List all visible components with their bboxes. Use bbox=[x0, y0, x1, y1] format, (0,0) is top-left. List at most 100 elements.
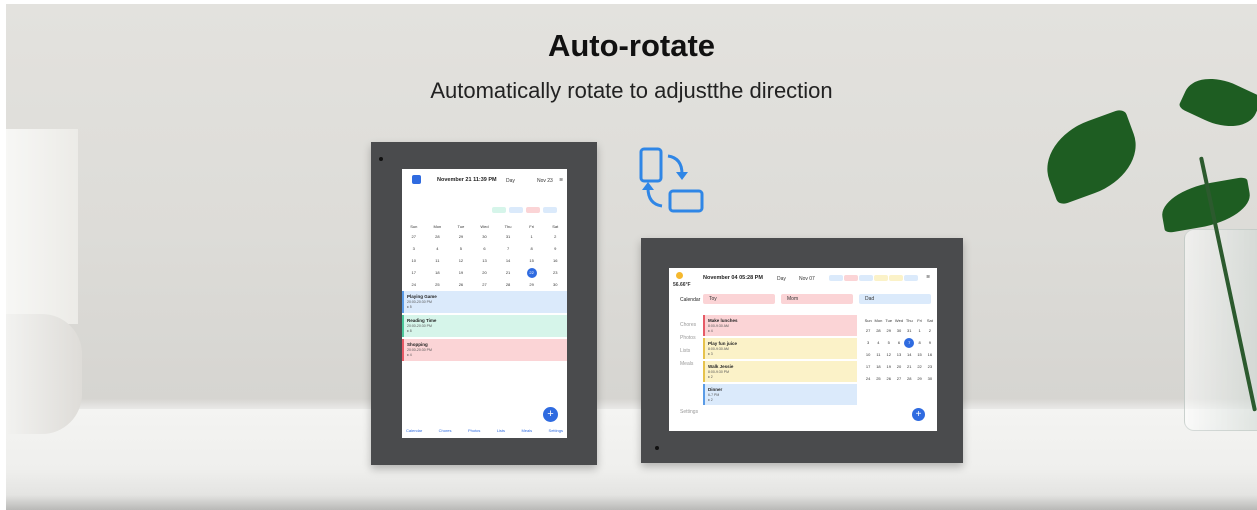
day-cell[interactable]: 26 bbox=[449, 279, 473, 291]
member-column[interactable]: Mom bbox=[781, 294, 853, 304]
day-cell[interactable]: 28 bbox=[873, 325, 883, 337]
day-cell[interactable]: 2 bbox=[543, 231, 567, 243]
day-cell[interactable]: 5 bbox=[449, 243, 473, 255]
day-cell[interactable]: 8 bbox=[914, 337, 924, 349]
day-cell[interactable]: 11 bbox=[873, 349, 883, 361]
day-cell[interactable]: 23 bbox=[543, 267, 567, 279]
add-event-button[interactable]: + bbox=[912, 408, 925, 421]
day-cell[interactable]: 27 bbox=[402, 231, 426, 243]
nav-item-photos[interactable]: Photos bbox=[468, 428, 480, 433]
member-chip[interactable] bbox=[874, 275, 888, 281]
day-cell[interactable]: 29 bbox=[914, 373, 924, 385]
day-cell[interactable]: 30 bbox=[894, 325, 904, 337]
day-cell[interactable]: 31 bbox=[904, 325, 914, 337]
member-chip[interactable] bbox=[859, 275, 873, 281]
day-cell[interactable]: 15 bbox=[520, 255, 544, 267]
sidebar-item-lists[interactable]: Lists bbox=[673, 347, 701, 356]
nav-item-calendar[interactable]: Calendar bbox=[406, 428, 422, 433]
add-event-button[interactable]: + bbox=[543, 407, 558, 422]
event-card[interactable]: Dinner 6-7 PM ♦ 2 bbox=[703, 384, 857, 405]
event-card[interactable]: Walk Jessie 8:00-9:30 PM ♦ 2 bbox=[703, 361, 857, 382]
day-cell[interactable]: 27 bbox=[473, 279, 497, 291]
day-cell[interactable]: 7 bbox=[496, 243, 520, 255]
member-column[interactable]: Toy bbox=[703, 294, 775, 304]
member-column[interactable]: Dad bbox=[859, 294, 931, 304]
member-chip[interactable] bbox=[543, 207, 557, 213]
landscape-view-select[interactable]: Day bbox=[777, 276, 786, 282]
day-cell[interactable]: 2 bbox=[925, 325, 935, 337]
day-cell[interactable]: 21 bbox=[496, 267, 520, 279]
day-cell[interactable]: 21 bbox=[904, 361, 914, 373]
day-cell[interactable]: 18 bbox=[426, 267, 450, 279]
event-card[interactable]: Play fun juice 8:00-9:30 AM ♦ 3 bbox=[703, 338, 857, 359]
day-cell[interactable]: 22 bbox=[526, 268, 537, 278]
event-card[interactable]: Make lunches 8:00-9:30 AM ♦ 4 bbox=[703, 315, 857, 336]
day-cell[interactable]: 17 bbox=[402, 267, 426, 279]
day-cell[interactable]: 4 bbox=[426, 243, 450, 255]
day-cell[interactable]: 28 bbox=[496, 279, 520, 291]
day-cell[interactable]: 12 bbox=[884, 349, 894, 361]
day-cell[interactable]: 3 bbox=[402, 243, 426, 255]
day-cell[interactable]: 20 bbox=[473, 267, 497, 279]
day-cell[interactable]: 17 bbox=[863, 361, 873, 373]
day-cell[interactable]: 26 bbox=[884, 373, 894, 385]
member-chip[interactable] bbox=[509, 207, 523, 213]
day-cell[interactable]: 16 bbox=[925, 349, 935, 361]
day-cell[interactable]: 30 bbox=[925, 373, 935, 385]
portrait-range[interactable]: Nov 23 bbox=[537, 178, 553, 184]
landscape-range[interactable]: Nov 07 bbox=[799, 276, 815, 282]
day-cell[interactable]: 27 bbox=[894, 373, 904, 385]
event-card[interactable]: Reading Time 20:00-20:30 PM ♦ 8 bbox=[402, 315, 567, 337]
day-cell[interactable]: 24 bbox=[863, 373, 873, 385]
day-cell[interactable]: 22 bbox=[914, 361, 924, 373]
day-cell[interactable]: 25 bbox=[873, 373, 883, 385]
day-cell[interactable]: 15 bbox=[914, 349, 924, 361]
day-cell[interactable]: 29 bbox=[449, 231, 473, 243]
day-cell[interactable]: 28 bbox=[904, 373, 914, 385]
portrait-view-select[interactable]: Day bbox=[506, 178, 515, 184]
event-card[interactable]: Playing Game 20:00-20:30 PM ♦ 5 bbox=[402, 291, 567, 313]
member-chip[interactable] bbox=[492, 207, 506, 213]
member-chip[interactable] bbox=[904, 275, 918, 281]
day-cell[interactable]: 4 bbox=[873, 337, 883, 349]
day-cell[interactable]: 10 bbox=[402, 255, 426, 267]
day-cell[interactable]: 9 bbox=[543, 243, 567, 255]
day-cell[interactable]: 3 bbox=[863, 337, 873, 349]
day-cell[interactable]: 27 bbox=[863, 325, 873, 337]
sidebar-item-photos[interactable]: Photos bbox=[673, 334, 701, 343]
day-cell[interactable]: 6 bbox=[894, 337, 904, 349]
day-cell[interactable]: 12 bbox=[449, 255, 473, 267]
day-cell[interactable]: 18 bbox=[873, 361, 883, 373]
sidebar-item-chores[interactable]: Chores bbox=[673, 321, 701, 330]
day-cell[interactable]: 30 bbox=[473, 231, 497, 243]
day-cell[interactable]: 13 bbox=[473, 255, 497, 267]
day-cell[interactable]: 1 bbox=[914, 325, 924, 337]
event-card[interactable]: Shopping 20:00-20:30 PM ♦ 4 bbox=[402, 339, 567, 361]
day-cell[interactable]: 28 bbox=[426, 231, 450, 243]
day-cell[interactable]: 7 bbox=[904, 338, 915, 348]
day-cell[interactable]: 24 bbox=[402, 279, 426, 291]
day-cell[interactable]: 29 bbox=[884, 325, 894, 337]
day-cell[interactable]: 31 bbox=[496, 231, 520, 243]
day-cell[interactable]: 5 bbox=[884, 337, 894, 349]
day-cell[interactable]: 29 bbox=[520, 279, 544, 291]
day-cell[interactable]: 19 bbox=[449, 267, 473, 279]
day-cell[interactable]: 6 bbox=[473, 243, 497, 255]
nav-item-chores[interactable]: Chores bbox=[439, 428, 452, 433]
day-cell[interactable]: 20 bbox=[894, 361, 904, 373]
day-cell[interactable]: 25 bbox=[426, 279, 450, 291]
day-cell[interactable]: 9 bbox=[925, 337, 935, 349]
day-cell[interactable]: 11 bbox=[426, 255, 450, 267]
day-cell[interactable]: 23 bbox=[925, 361, 935, 373]
member-chip[interactable] bbox=[889, 275, 903, 281]
day-cell[interactable]: 14 bbox=[496, 255, 520, 267]
member-chip[interactable] bbox=[844, 275, 858, 281]
day-cell[interactable]: 8 bbox=[520, 243, 544, 255]
nav-item-settings[interactable]: Settings bbox=[549, 428, 563, 433]
day-cell[interactable]: 14 bbox=[904, 349, 914, 361]
day-cell[interactable]: 16 bbox=[543, 255, 567, 267]
sidebar-item-settings[interactable]: Settings bbox=[673, 408, 701, 417]
member-chip[interactable] bbox=[829, 275, 843, 281]
day-cell[interactable]: 1 bbox=[520, 231, 544, 243]
day-cell[interactable]: 30 bbox=[543, 279, 567, 291]
